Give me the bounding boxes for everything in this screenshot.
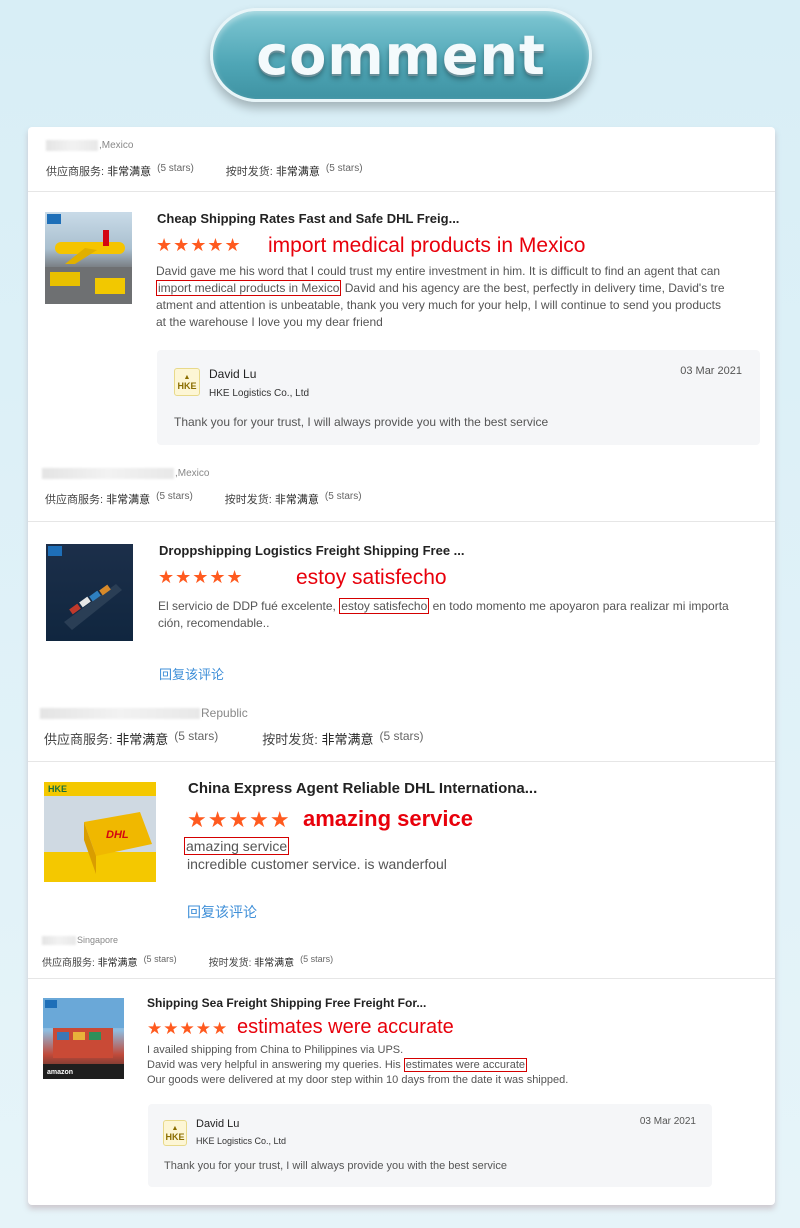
hke-logo-icon: ▲ HKE	[174, 368, 200, 396]
svg-text:DHL: DHL	[106, 829, 129, 841]
reply-date: 03 Mar 2021	[639, 1116, 696, 1127]
reply-company: HKE Logistics Co., Ltd	[209, 388, 310, 399]
star-rating: ★★★★★	[156, 235, 242, 255]
seller-reply: ▲ HKE David Lu HKE Logistics Co., Ltd 03 …	[157, 350, 760, 445]
blurred-name	[40, 707, 200, 719]
product-title[interactable]: China Express Agent Reliable DHL Interna…	[188, 780, 537, 797]
blurred-name	[42, 935, 76, 945]
dhl-package-image: DHL HKE	[44, 782, 156, 882]
highlighted-phrase: import medical products in Mexico	[156, 280, 342, 296]
product-thumbnail[interactable]	[46, 544, 133, 641]
review-body: amazing service incredible customer serv…	[184, 837, 447, 872]
product-thumbnail[interactable]	[45, 212, 132, 304]
reply-to-comment-link[interactable]: 回复该评论	[159, 664, 224, 683]
review-body: David gave me his word that I could trus…	[156, 264, 725, 329]
highlighted-phrase: amazing service	[184, 837, 290, 855]
container-ship-image	[48, 546, 122, 630]
blurred-name	[46, 140, 98, 151]
star-rating: ★★★★★	[147, 1019, 229, 1038]
highlighted-phrase: estoy satisfecho	[339, 598, 430, 614]
product-title[interactable]: Droppshipping Logistics Freight Shipping…	[159, 543, 465, 558]
highlight-note: estoy satisfecho	[296, 566, 447, 589]
star-rating: ★★★★★	[158, 567, 244, 587]
highlight-note: amazing service	[303, 806, 473, 831]
reply-date: 03 Mar 2021	[680, 365, 742, 377]
divider	[28, 761, 775, 762]
cargo-plane-image	[45, 214, 132, 304]
comment-banner: comment	[210, 8, 592, 102]
divider	[28, 191, 775, 192]
rating-summary: 供应商服务: 非常满意 (5 stars) 按时发货: 非常满意 (5 star…	[44, 729, 424, 747]
product-title[interactable]: Shipping Sea Freight Shipping Free Freig…	[147, 996, 426, 1010]
divider	[28, 978, 775, 979]
reply-author: David Lu	[196, 1118, 240, 1130]
highlighted-phrase: estimates were accurate	[403, 1058, 527, 1072]
seller-reply: ▲ HKE David Lu HKE Logistics Co., Ltd 03 …	[148, 1104, 712, 1187]
svg-text:HKE: HKE	[48, 784, 67, 794]
svg-text:amazon: amazon	[47, 1069, 73, 1076]
reply-text: Thank you for your trust, I will always …	[164, 1160, 507, 1172]
product-thumbnail[interactable]: amazon	[43, 998, 124, 1079]
reply-text: Thank you for your trust, I will always …	[174, 415, 549, 429]
star-rating: ★★★★★	[187, 807, 291, 832]
highlight-note: import medical products in Mexico	[268, 234, 586, 257]
hke-logo-icon: ▲ HKE	[163, 1120, 187, 1146]
reviewer-location: ,Mexico	[42, 468, 209, 479]
reviewer-location: Republic	[40, 706, 248, 720]
review-body: I availed shipping from China to Philipp…	[147, 1044, 569, 1086]
reviewer-location: Singapore	[42, 935, 118, 945]
rating-summary: 供应商服务: 非常满意 (5 stars) 按时发货: 非常满意 (5 star…	[46, 163, 363, 178]
blurred-name	[42, 468, 174, 479]
highlight-note: estimates were accurate	[237, 1016, 454, 1038]
reviews-card: ,Mexico 供应商服务: 非常满意 (5 stars) 按时发货: 非常满意…	[28, 127, 775, 1205]
product-thumbnail[interactable]: DHL HKE	[44, 782, 156, 882]
rating-summary: 供应商服务: 非常满意 (5 stars) 按时发货: 非常满意 (5 star…	[42, 954, 334, 969]
rating-summary: 供应商服务: 非常满意 (5 stars) 按时发货: 非常满意 (5 star…	[45, 491, 362, 506]
reply-company: HKE Logistics Co., Ltd	[196, 1136, 287, 1146]
banner-title: comment	[256, 23, 546, 87]
reviewer-location: ,Mexico	[46, 140, 133, 151]
divider	[28, 521, 775, 522]
cargo-ship-amazon-image: amazon	[43, 998, 124, 1079]
reply-to-comment-link[interactable]: 回复该评论	[187, 902, 257, 922]
product-title[interactable]: Cheap Shipping Rates Fast and Safe DHL F…	[157, 211, 459, 226]
review-body: El servicio de DDP fué excelente, estoy …	[158, 598, 729, 630]
reply-author: David Lu	[209, 367, 257, 381]
